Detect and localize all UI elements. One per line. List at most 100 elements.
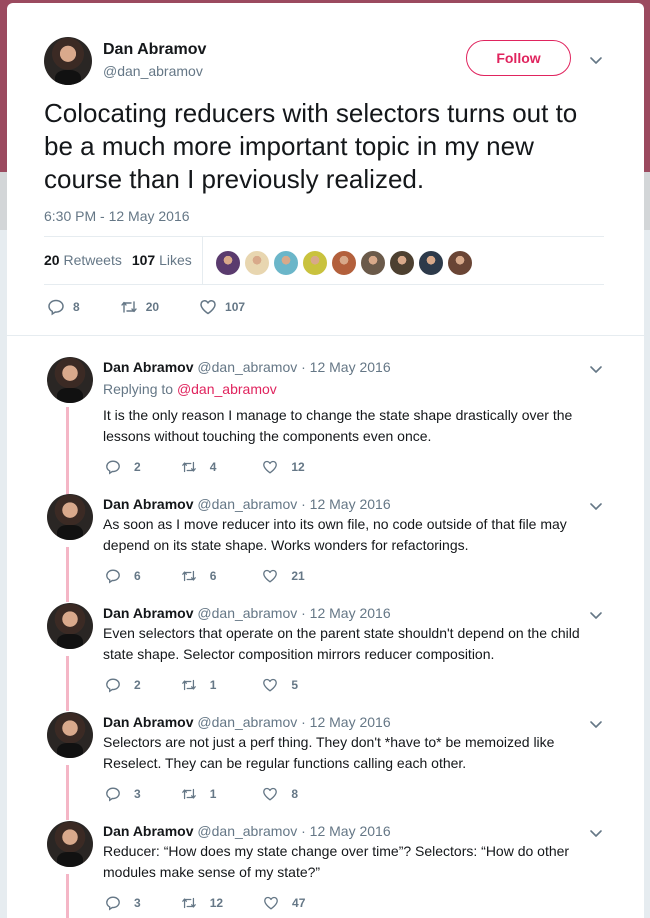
- liker-avatar[interactable]: [302, 250, 328, 276]
- reply-text: Reducer: “How does my state change over …: [103, 843, 570, 880]
- reply-action[interactable]: 2: [105, 677, 141, 693]
- reply-text: It is the only reason I manage to change…: [103, 407, 573, 444]
- retweet-count: 1: [209, 678, 217, 692]
- reply-author-name[interactable]: Dan Abramov: [103, 496, 194, 512]
- author-name[interactable]: Dan Abramov: [103, 41, 206, 59]
- reply-author-name[interactable]: Dan Abramov: [103, 714, 194, 730]
- retweet-icon: [181, 677, 197, 693]
- retweet-action[interactable]: 1: [181, 786, 217, 802]
- retweet-icon: [181, 786, 197, 802]
- section-divider: [7, 335, 644, 336]
- reply-icon: [105, 786, 121, 802]
- reply-action[interactable]: 3: [105, 895, 141, 911]
- liker-avatar[interactable]: [273, 250, 299, 276]
- thread-connector: [66, 874, 69, 918]
- reply-date[interactable]: · 12 May 2016: [301, 496, 391, 512]
- retweet-icon: [181, 895, 197, 911]
- reply-count: 8: [73, 300, 80, 314]
- heart-icon: [262, 786, 278, 802]
- replying-to-link[interactable]: @dan_abramov: [177, 381, 277, 397]
- reply-date[interactable]: · 12 May 2016: [301, 359, 391, 375]
- retweets-stat[interactable]: 20 Retweets: [44, 252, 122, 268]
- reply-date[interactable]: · 12 May 2016: [301, 714, 391, 730]
- chevron-down-icon[interactable]: [589, 826, 603, 840]
- retweet-count: 4: [209, 460, 217, 474]
- avatar[interactable]: [47, 821, 93, 867]
- retweet-action[interactable]: 1: [181, 677, 217, 693]
- reply-author-handle[interactable]: @dan_abramov: [197, 823, 297, 839]
- like-action[interactable]: 5: [262, 677, 298, 693]
- reply-count: 6: [134, 569, 141, 583]
- reply-actions: 6 6 21: [105, 568, 305, 584]
- reply-date[interactable]: · 12 May 2016: [301, 605, 391, 621]
- thread-connector: [66, 407, 69, 499]
- like-action[interactable]: 47: [263, 895, 305, 911]
- like-action[interactable]: 8: [262, 786, 298, 802]
- liker-avatar[interactable]: [389, 250, 415, 276]
- retweet-count: 1: [209, 787, 217, 801]
- reply-actions: 2 4 12: [105, 459, 305, 475]
- author-handle[interactable]: @dan_abramov: [103, 63, 203, 79]
- liker-avatar[interactable]: [215, 250, 241, 276]
- thread-connector: [66, 547, 69, 602]
- like-count: 12: [291, 460, 305, 474]
- reply-text: As soon as I move reducer into its own f…: [103, 516, 567, 553]
- reply-icon: [105, 459, 121, 475]
- chevron-down-icon[interactable]: [589, 53, 603, 67]
- retweet-action[interactable]: 20: [120, 298, 159, 316]
- reply-action[interactable]: 6: [105, 568, 141, 584]
- retweet-action[interactable]: 6: [181, 568, 216, 584]
- chevron-down-icon[interactable]: [589, 717, 603, 731]
- reply-author-handle[interactable]: @dan_abramov: [197, 605, 297, 621]
- avatar[interactable]: [47, 603, 93, 649]
- avatar[interactable]: [47, 712, 93, 758]
- tweet-stats: 20 Retweets 107 Likes: [44, 252, 192, 268]
- avatar[interactable]: [47, 357, 93, 403]
- retweet-icon: [120, 298, 138, 316]
- like-count: 47: [292, 896, 306, 910]
- liker-avatar[interactable]: [447, 250, 473, 276]
- like-action[interactable]: 12: [262, 459, 305, 475]
- reply-author-name[interactable]: Dan Abramov: [103, 823, 194, 839]
- retweet-action[interactable]: 4: [181, 459, 217, 475]
- tweet-card: Dan Abramov @dan_abramov Follow Colocati…: [7, 3, 644, 918]
- avatar[interactable]: [47, 494, 93, 540]
- reply-author-name[interactable]: Dan Abramov: [103, 359, 194, 375]
- reply-author-handle[interactable]: @dan_abramov: [197, 714, 297, 730]
- reply-action[interactable]: 8: [47, 298, 80, 316]
- divider: [44, 236, 604, 237]
- liker-avatar[interactable]: [360, 250, 386, 276]
- author-avatar[interactable]: [44, 37, 92, 85]
- reply-author-handle[interactable]: @dan_abramov: [197, 359, 297, 375]
- reply-text: Even selectors that operate on the paren…: [103, 625, 580, 662]
- thread-connector: [66, 656, 69, 711]
- likes-count: 107: [131, 252, 156, 268]
- reply-header: Dan Abramov @dan_abramov · 12 May 2016: [103, 605, 391, 621]
- retweet-icon: [181, 568, 197, 584]
- chevron-down-icon[interactable]: [589, 608, 603, 622]
- retweet-count: 20: [145, 300, 160, 314]
- like-count: 8: [291, 787, 299, 801]
- reply-date[interactable]: · 12 May 2016: [301, 823, 391, 839]
- reply-action[interactable]: 3: [105, 786, 141, 802]
- reply-author-name[interactable]: Dan Abramov: [103, 605, 194, 621]
- tweet-timestamp[interactable]: 6:30 PM - 12 May 2016: [44, 208, 190, 224]
- tweet-actions: 8 20 107: [47, 298, 245, 316]
- liker-avatar[interactable]: [244, 250, 270, 276]
- chevron-down-icon[interactable]: [589, 362, 603, 376]
- retweet-action[interactable]: 12: [181, 895, 223, 911]
- liker-avatar[interactable]: [418, 250, 444, 276]
- like-action[interactable]: 21: [262, 568, 305, 584]
- follow-button[interactable]: Follow: [466, 40, 571, 76]
- reply-action[interactable]: 2: [105, 459, 141, 475]
- thread-connector: [66, 765, 69, 820]
- like-count: 5: [291, 678, 299, 692]
- likes-stat[interactable]: 107 Likes: [132, 252, 192, 268]
- liker-avatar[interactable]: [331, 250, 357, 276]
- stats-separator: [202, 237, 203, 285]
- retweets-label: Retweets: [63, 252, 122, 268]
- chevron-down-icon[interactable]: [589, 499, 603, 513]
- reply-author-handle[interactable]: @dan_abramov: [197, 496, 297, 512]
- like-action[interactable]: 107: [199, 298, 245, 316]
- reply-count: 3: [134, 787, 141, 801]
